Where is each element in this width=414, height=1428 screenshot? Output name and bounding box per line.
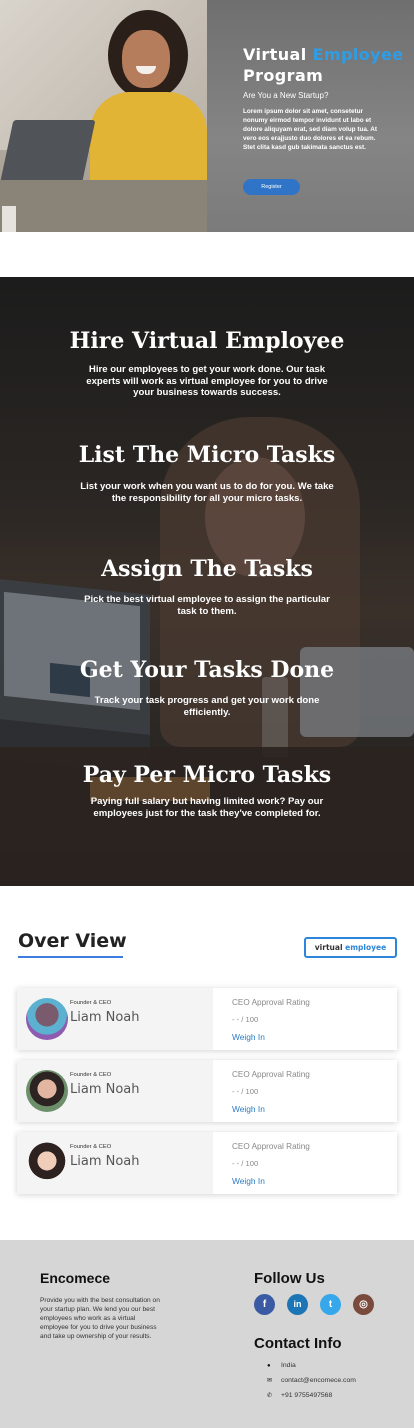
- contact-phone-text[interactable]: +91 9755497568: [281, 1392, 332, 1399]
- mail-icon: ✉: [267, 1378, 273, 1384]
- hero-title: Virtual Employee Program: [243, 44, 413, 86]
- ceo-name: Liam Noah: [70, 1154, 140, 1169]
- hero-body-text: Lorem ipsum dolor sit amet, consetetur n…: [243, 108, 377, 151]
- hero-title-part2: Program: [243, 66, 324, 85]
- instagram-icon[interactable]: ◎: [353, 1294, 374, 1315]
- task-title-assign: Assign The Tasks: [101, 556, 313, 582]
- twitter-icon[interactable]: t: [320, 1294, 341, 1315]
- task-desc-done: Track your task progress and get your wo…: [94, 695, 320, 718]
- contact-phone[interactable]: ✆ +91 9755497568: [267, 1392, 332, 1399]
- logo-text-part1: virtual: [314, 943, 346, 952]
- rating-value: - - / 100: [232, 1159, 259, 1168]
- ceo-card: Founder & CEO Liam Noah CEO Approval Rat…: [17, 988, 397, 1050]
- contact-email[interactable]: ✉ contact@encomece.com: [267, 1377, 356, 1384]
- task-title-list: List The Micro Tasks: [78, 442, 336, 468]
- task-desc-assign: Pick the best virtual employee to assign…: [84, 594, 330, 617]
- avatar: [26, 1070, 68, 1112]
- contact-email-text[interactable]: contact@encomece.com: [281, 1377, 356, 1384]
- footer-description: Provide you with the best consultation o…: [40, 1297, 160, 1340]
- rating-value: - - / 100: [232, 1015, 259, 1024]
- virtual-employee-logo[interactable]: virtual employee: [304, 937, 397, 958]
- ceo-name: Liam Noah: [70, 1010, 140, 1025]
- weigh-in-link[interactable]: Weigh In: [232, 1104, 265, 1114]
- hero-title-part1: Virtual: [243, 45, 313, 64]
- weigh-in-link[interactable]: Weigh In: [232, 1032, 265, 1042]
- follow-us-heading: Follow Us: [254, 1270, 325, 1287]
- contact-location: ● India: [267, 1362, 296, 1369]
- ceo-role: Founder & CEO: [70, 1144, 112, 1150]
- rating-label: CEO Approval Rating: [232, 998, 310, 1007]
- task-title-pay: Pay Per Micro Tasks: [82, 762, 332, 788]
- hero-photo: [0, 0, 207, 232]
- facebook-icon[interactable]: f: [254, 1294, 275, 1315]
- rating-value: - - / 100: [232, 1087, 259, 1096]
- ceo-role: Founder & CEO: [70, 1000, 112, 1006]
- rating-label: CEO Approval Rating: [232, 1142, 310, 1151]
- ceo-card: Founder & CEO Liam Noah CEO Approval Rat…: [17, 1060, 397, 1122]
- logo-text-accent: employee: [345, 943, 387, 952]
- task-title-hire: Hire Virtual Employee: [69, 328, 345, 354]
- overview-underline: [18, 956, 123, 958]
- contact-location-text: India: [281, 1362, 296, 1369]
- ceo-role: Founder & CEO: [70, 1072, 112, 1078]
- task-desc-hire: Hire our employees to get your work done…: [86, 364, 328, 398]
- location-pin-icon: ●: [267, 1363, 271, 1369]
- contact-info-heading: Contact Info: [254, 1335, 342, 1352]
- register-button[interactable]: Register: [243, 179, 300, 195]
- footer-brand: Encomece: [40, 1270, 111, 1286]
- weigh-in-link[interactable]: Weigh In: [232, 1176, 265, 1186]
- rating-label: CEO Approval Rating: [232, 1070, 310, 1079]
- hero-title-accent: Employee: [312, 45, 404, 64]
- phone-icon: ✆: [267, 1393, 273, 1399]
- task-title-done: Get Your Tasks Done: [79, 657, 335, 683]
- task-desc-list: List your work when you want us to do fo…: [80, 481, 334, 504]
- hero-subtitle: Are You a New Startup?: [243, 91, 329, 100]
- task-desc-pay: Paying full salary but having limited wo…: [90, 796, 324, 819]
- linkedin-icon[interactable]: in: [287, 1294, 308, 1315]
- overview-heading: Over View: [18, 930, 127, 952]
- ceo-card: Founder & CEO Liam Noah CEO Approval Rat…: [17, 1132, 397, 1194]
- avatar: [26, 998, 68, 1040]
- avatar: [26, 1142, 68, 1184]
- ceo-name: Liam Noah: [70, 1082, 140, 1097]
